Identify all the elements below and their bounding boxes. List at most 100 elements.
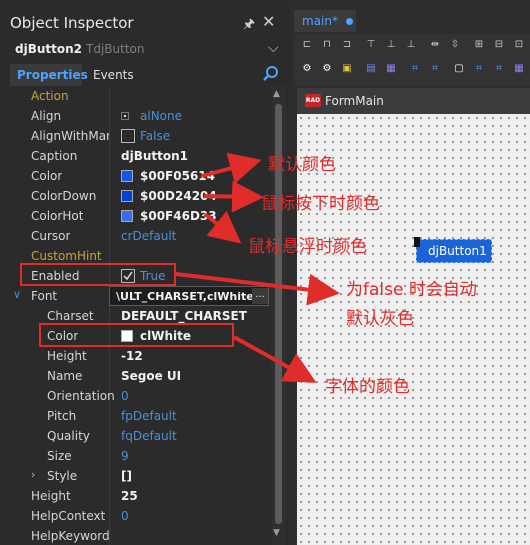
font-value-editor[interactable]: \ULT_CHARSET,clWhite, ... [109,286,269,306]
alignment-toolbar: ⊏ ⊓ ⊐ ⊤ ⊥ ⊥ ⇹ ⇳ ⊞ ⊟ ⊡ ⚙ ⚙ ▣ ▤ ▦ ⌗ ⌗ ▢ ⌗ … [294,34,530,86]
property-name: ColorDown [31,189,97,203]
space-horizontal-icon[interactable]: ⇹ [428,38,442,52]
tab-properties[interactable]: Properties [10,64,88,86]
select-icon[interactable]: ⌗ [408,62,422,76]
property-value[interactable]: -12 [121,349,143,363]
ellipsis-button[interactable]: ... [252,288,268,304]
size-width-icon[interactable]: ⊞ [472,38,486,52]
djbutton1[interactable]: djButton1 [414,237,492,263]
property-value[interactable]: fqDefault [121,429,177,443]
align-middle-icon[interactable]: ⊥ [384,38,398,52]
lock-icon[interactable]: ⌗ [472,62,486,76]
selection-handle[interactable] [414,237,420,247]
bring-front-icon[interactable]: ▣ [340,62,354,76]
frame-icon[interactable]: ▢ [452,62,466,76]
size-height-icon[interactable]: ⊟ [492,38,506,52]
annotation-enabled-line1: 为false 时会自动 [346,280,477,300]
property-value[interactable]: $00F46D33 [140,209,217,223]
modified-dot-icon [346,18,353,25]
property-row-pitch[interactable]: Pitch fpDefault [10,406,268,426]
property-value[interactable]: 0 [121,509,129,523]
property-row-style[interactable]: › Style [] [10,466,268,486]
annotation-font-color: 字体的颜色 [325,377,410,397]
chevron-down-icon[interactable]: ⌵ [268,40,279,56]
object-inspector-panel: Object Inspector 🖈 ✕ djButton2 TdjButton… [0,0,288,545]
property-row-orientation[interactable]: Orientation 0 [10,386,268,406]
property-row-quality[interactable]: Quality fqDefault [10,426,268,446]
property-value[interactable]: fpDefault [121,409,177,423]
close-icon[interactable]: ✕ [262,12,275,31]
search-icon[interactable] [262,65,280,83]
center-icon[interactable]: ⊡ [512,38,526,52]
property-value[interactable]: crDefault [121,229,176,243]
inspector-tabs: Properties Events [0,64,288,86]
inspector-title: Object Inspector [10,14,134,32]
property-row-cursor[interactable]: Cursor crDefault [10,226,268,246]
button-caption: djButton1 [428,244,487,258]
form-client-area[interactable]: djButton1 [297,114,530,545]
property-name: AlignWithMarg [31,129,109,143]
align-center-icon[interactable]: ⊓ [320,38,334,52]
property-value[interactable]: DEFAULT_CHARSET [121,309,247,323]
property-name: Height [31,489,71,503]
inspector-title-bar: Object Inspector 🖈 ✕ [0,8,288,38]
component-icon[interactable]: ⚙ [320,62,334,76]
space-vertical-icon[interactable]: ⇳ [448,38,462,52]
component-selector[interactable]: djButton2 TdjButton ⌵ [0,38,288,62]
property-name: Charset [47,309,94,323]
layers-icon[interactable]: ▦ [512,62,526,76]
scroll-up-icon[interactable]: ▲ [273,89,280,99]
property-row-alignwithmargins[interactable]: AlignWithMarg False [10,126,268,146]
property-value[interactable]: 25 [121,489,138,503]
expand-icon[interactable]: › [31,468,35,481]
align-right-icon[interactable]: ⊐ [340,38,354,52]
property-name: Height [47,349,87,363]
property-value: False [140,129,171,143]
snap-icon[interactable]: ⌗ [492,62,506,76]
property-name: Orientation [47,389,115,403]
property-row-colorhot[interactable]: ColorHot $00F46D33 [10,206,268,226]
property-value[interactable]: $00D24204 [140,189,217,203]
form-caption-bar[interactable]: RAD FormMain [297,88,530,114]
property-row-height[interactable]: Height 25 [10,486,268,506]
property-row-size[interactable]: Size 9 [10,446,268,466]
pin-icon[interactable]: 🖈 [243,15,255,37]
property-value[interactable]: $00F05614 [140,169,215,183]
property-row-align[interactable]: Align alNone [10,106,268,126]
property-name: Color [31,169,63,183]
align-bottom-icon[interactable]: ⊥ [404,38,418,52]
property-row-color[interactable]: Color $00F05614 [10,166,268,186]
property-row-font[interactable]: ∨ Font \ULT_CHARSET,clWhite, ... [10,286,269,306]
group-icon[interactable]: ▦ [384,62,398,76]
property-value[interactable]: 0 [121,389,129,403]
property-row-caption[interactable]: Caption djButton1 [10,146,268,166]
send-back-icon[interactable]: ▤ [364,62,378,76]
property-row-font-height[interactable]: Height -12 [10,346,268,366]
property-value[interactable]: [] [121,469,132,483]
tab-events[interactable]: Events [86,64,134,86]
color-swatch [121,210,133,222]
scroll-down-icon[interactable]: ▼ [273,528,280,538]
property-name: Name [47,369,83,383]
property-row-helpkeyword[interactable]: HelpKeyword [10,526,268,545]
component-name: djButton2 [15,42,83,56]
checkbox[interactable] [121,129,135,143]
property-row-font-name[interactable]: Name Segoe UI [10,366,268,386]
gear-icon[interactable]: ⚙ [300,62,314,76]
property-row-helpcontext[interactable]: HelpContext 0 [10,506,268,526]
property-row-colordown[interactable]: ColorDown $00D24204 [10,186,268,206]
property-value[interactable]: 9 [121,449,129,463]
font-color-highlight-box [39,323,234,347]
grid-icon[interactable]: ⌗ [428,62,442,76]
property-value[interactable]: Segoe UI [121,369,181,383]
align-left-icon[interactable]: ⊏ [300,38,314,52]
property-name: Align [31,109,62,123]
property-value[interactable]: djButton1 [121,149,188,163]
annotation-enabled-line2: 默认灰色 [346,309,414,329]
collapse-icon[interactable]: ∨ [13,288,21,301]
align-top-icon[interactable]: ⊤ [364,38,378,52]
property-value[interactable]: alNone [140,109,182,123]
tab-main[interactable]: main* [294,10,356,32]
align-icon [121,112,129,120]
property-row-action[interactable]: Action [10,86,268,106]
